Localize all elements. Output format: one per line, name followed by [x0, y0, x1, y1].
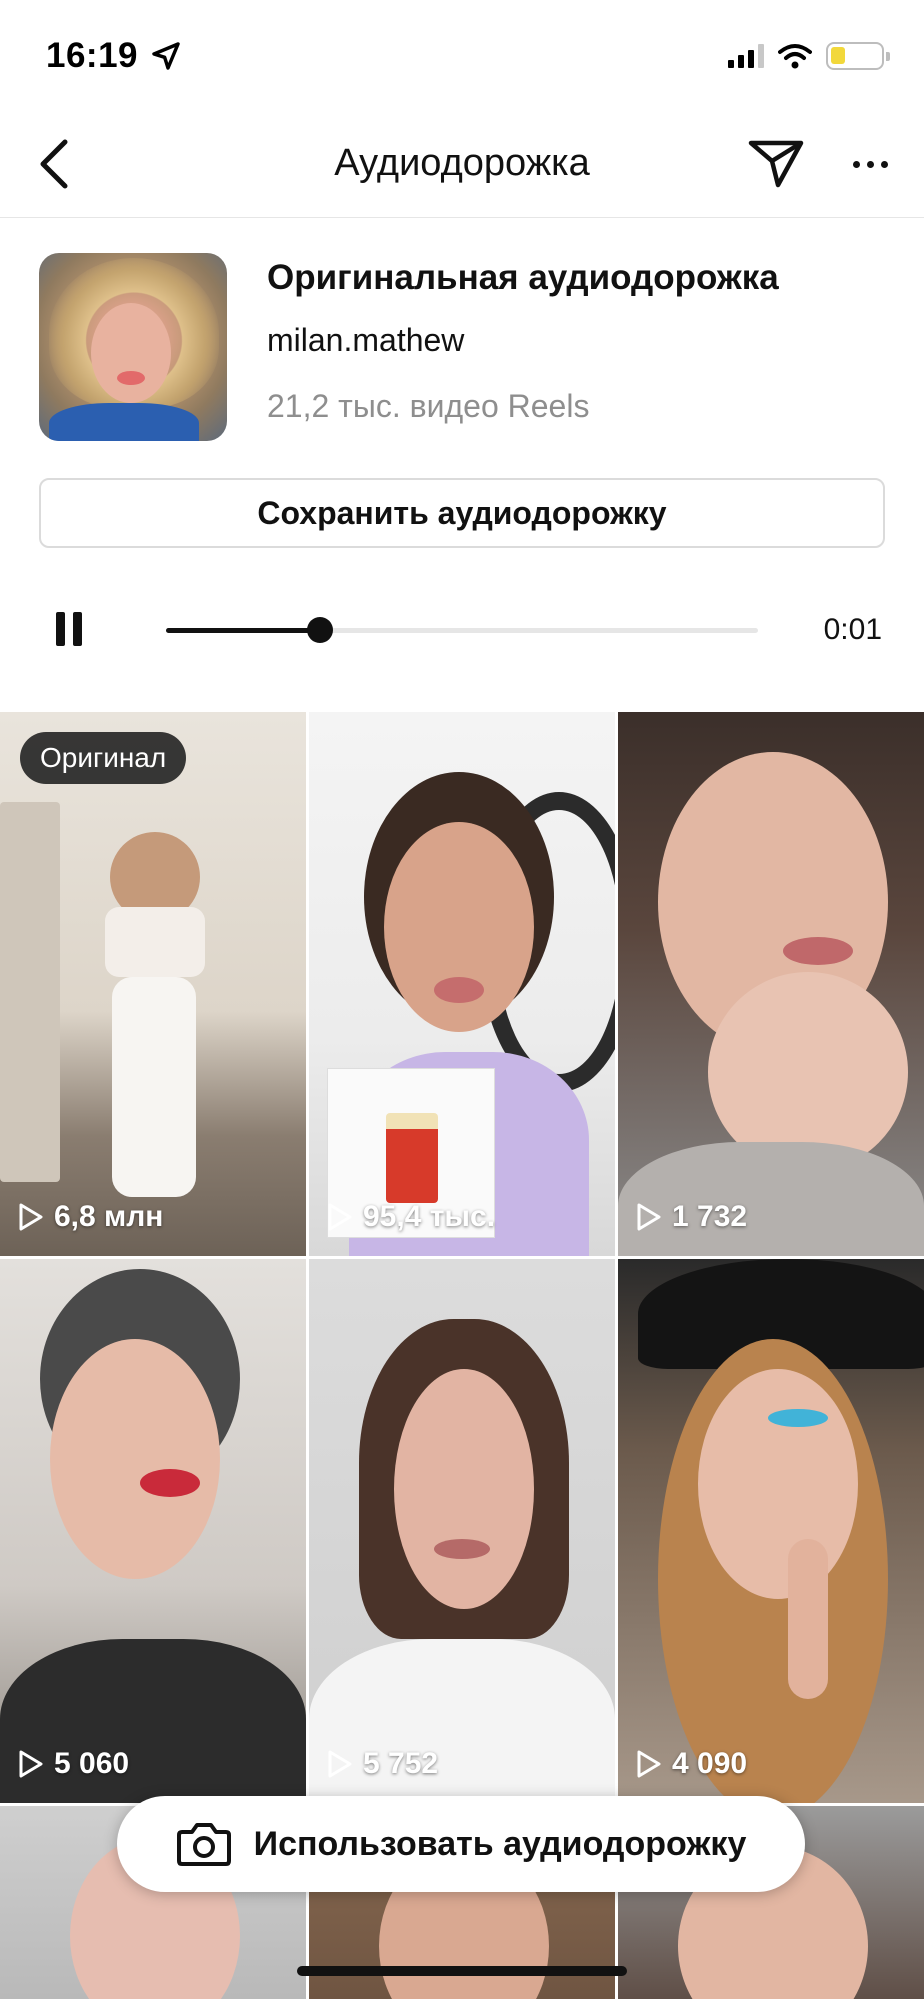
play-icon — [637, 1750, 661, 1778]
reel-views-count: 4 090 — [672, 1747, 748, 1780]
audio-cover-image[interactable] — [39, 253, 227, 441]
reel-views-count: 1 732 — [672, 1200, 748, 1233]
use-audio-label: Использовать аудиодорожку — [253, 1824, 747, 1863]
more-options-button[interactable] — [840, 136, 900, 192]
reel-views: 5 752 — [327, 1747, 438, 1781]
use-audio-button[interactable]: Использовать аудиодорожку — [117, 1796, 805, 1892]
reel-tile[interactable]: 1 732 — [618, 712, 924, 1256]
location-arrow-icon — [152, 42, 180, 70]
reel-tile[interactable]: 5 752 — [309, 1259, 615, 1803]
more-dot-icon — [866, 160, 874, 168]
reel-tile[interactable]: 95,4 тыс. — [309, 712, 615, 1256]
cellular-signal-icon — [728, 44, 764, 68]
camera-icon — [176, 1823, 231, 1866]
audio-progress-slider[interactable] — [166, 617, 758, 643]
progress-knob[interactable] — [306, 617, 333, 643]
reel-tile[interactable]: Оригинал 6,8 млн — [0, 712, 306, 1256]
pause-button[interactable] — [56, 612, 82, 648]
reel-views: 4 090 — [636, 1747, 747, 1781]
play-icon — [19, 1750, 43, 1778]
playback-time: 0:01 — [823, 613, 882, 646]
more-dot-icon — [852, 160, 860, 168]
status-icons — [728, 42, 890, 70]
wifi-icon — [778, 44, 812, 69]
status-bar: 16:19 — [0, 0, 924, 110]
play-icon — [328, 1203, 352, 1231]
share-button[interactable] — [746, 136, 806, 192]
reel-views: 6,8 млн — [18, 1200, 163, 1234]
reel-views: 5 060 — [18, 1747, 129, 1781]
battery-level — [831, 47, 845, 64]
status-time: 16:19 — [46, 36, 139, 75]
nav-header: Аудиодорожка — [0, 110, 924, 218]
reel-views: 95,4 тыс. — [327, 1200, 495, 1234]
battery-icon — [826, 42, 890, 70]
play-icon — [637, 1203, 661, 1231]
audio-artist-link[interactable]: milan.mathew — [267, 322, 464, 359]
send-icon — [748, 140, 804, 188]
more-dot-icon — [880, 160, 888, 168]
reel-views-count: 95,4 тыс. — [363, 1200, 496, 1233]
pause-icon — [56, 612, 65, 646]
reel-tile[interactable]: 5 060 — [0, 1259, 306, 1803]
reel-tile[interactable]: 4 090 — [618, 1259, 924, 1803]
reels-count: 21,2 тыс. видео Reels — [267, 388, 590, 424]
original-badge: Оригинал — [20, 732, 187, 784]
play-icon — [19, 1203, 43, 1231]
audio-title: Оригинальная аудиодорожка — [267, 258, 779, 297]
play-icon — [328, 1750, 352, 1778]
reel-views: 1 732 — [636, 1200, 747, 1234]
save-audio-button[interactable]: Сохранить аудиодорожку — [39, 478, 885, 548]
progress-fill — [166, 628, 320, 633]
reel-views-count: 5 752 — [363, 1747, 439, 1780]
home-indicator — [297, 1966, 627, 1976]
reel-views-count: 6,8 млн — [54, 1200, 164, 1233]
reel-views-count: 5 060 — [54, 1747, 130, 1780]
